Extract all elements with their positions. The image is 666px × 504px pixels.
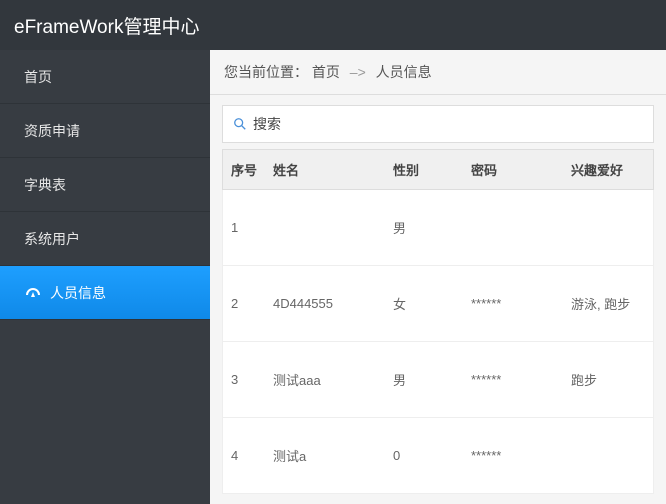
cell-seq: 1 (223, 220, 273, 235)
sidebar-item-qualification[interactable]: 资质申请 (0, 104, 210, 158)
cell-pwd: ****** (471, 448, 571, 463)
cell-gender: 0 (393, 448, 471, 463)
table-header: 序号 姓名 性别 密码 兴趣爱好 (222, 149, 654, 190)
th-gender: 性别 (393, 160, 471, 179)
breadcrumb-sep: –> (350, 64, 366, 80)
cell-seq: 4 (223, 448, 273, 463)
table-row[interactable]: 4 测试a 0 ****** (222, 418, 654, 494)
search-label: 搜索 (253, 114, 281, 134)
breadcrumb-prefix: 您当前位置： (224, 64, 308, 80)
breadcrumb-home[interactable]: 首页 (312, 64, 340, 80)
cell-gender: 男 (393, 218, 471, 237)
search-bar[interactable]: 搜索 (222, 105, 654, 143)
th-pwd: 密码 (471, 160, 571, 179)
table-row[interactable]: 3 测试aaa 男 ****** 跑步 (222, 342, 654, 418)
search-icon (233, 117, 247, 131)
sidebar-item-label: 系统用户 (24, 229, 80, 249)
sidebar-item-label: 资质申请 (24, 121, 80, 141)
cell-name: 测试a (273, 446, 393, 465)
sidebar: 首页 资质申请 字典表 系统用户 人员信息 (0, 50, 210, 504)
breadcrumb: 您当前位置： 首页 –> 人员信息 (210, 50, 666, 95)
table-row[interactable]: 1 男 (222, 190, 654, 266)
app-header: eFrameWork管理中心 (0, 0, 666, 50)
th-hobby: 兴趣爱好 (571, 160, 653, 179)
cell-gender: 女 (393, 294, 471, 313)
cell-seq: 3 (223, 372, 273, 387)
cell-hobby: 游泳, 跑步 (571, 294, 653, 313)
gauge-icon (24, 285, 42, 301)
table-row[interactable]: 2 4D444555 女 ****** 游泳, 跑步 (222, 266, 654, 342)
sidebar-item-sysuser[interactable]: 系统用户 (0, 212, 210, 266)
cell-hobby: 跑步 (571, 370, 653, 389)
th-seq: 序号 (223, 160, 273, 179)
cell-name: 4D444555 (273, 296, 393, 311)
sidebar-item-personnel[interactable]: 人员信息 (0, 266, 210, 320)
app-title: eFrameWork管理中心 (14, 12, 199, 39)
main-container: 首页 资质申请 字典表 系统用户 人员信息 您当前位置： 首页 –> 人员信息 (0, 50, 666, 504)
breadcrumb-current: 人员信息 (376, 64, 432, 80)
main-content: 您当前位置： 首页 –> 人员信息 搜索 序号 姓名 性别 密码 兴趣爱好 1 … (210, 50, 666, 504)
cell-seq: 2 (223, 296, 273, 311)
cell-pwd: ****** (471, 296, 571, 311)
sidebar-item-label: 字典表 (24, 175, 66, 195)
sidebar-item-label: 首页 (24, 67, 52, 87)
cell-name: 测试aaa (273, 370, 393, 389)
cell-pwd: ****** (471, 372, 571, 387)
cell-gender: 男 (393, 370, 471, 389)
sidebar-item-dictionary[interactable]: 字典表 (0, 158, 210, 212)
data-table: 序号 姓名 性别 密码 兴趣爱好 1 男 2 4D444555 女 ******… (222, 149, 654, 494)
sidebar-item-home[interactable]: 首页 (0, 50, 210, 104)
th-name: 姓名 (273, 160, 393, 179)
sidebar-item-label: 人员信息 (50, 283, 106, 303)
